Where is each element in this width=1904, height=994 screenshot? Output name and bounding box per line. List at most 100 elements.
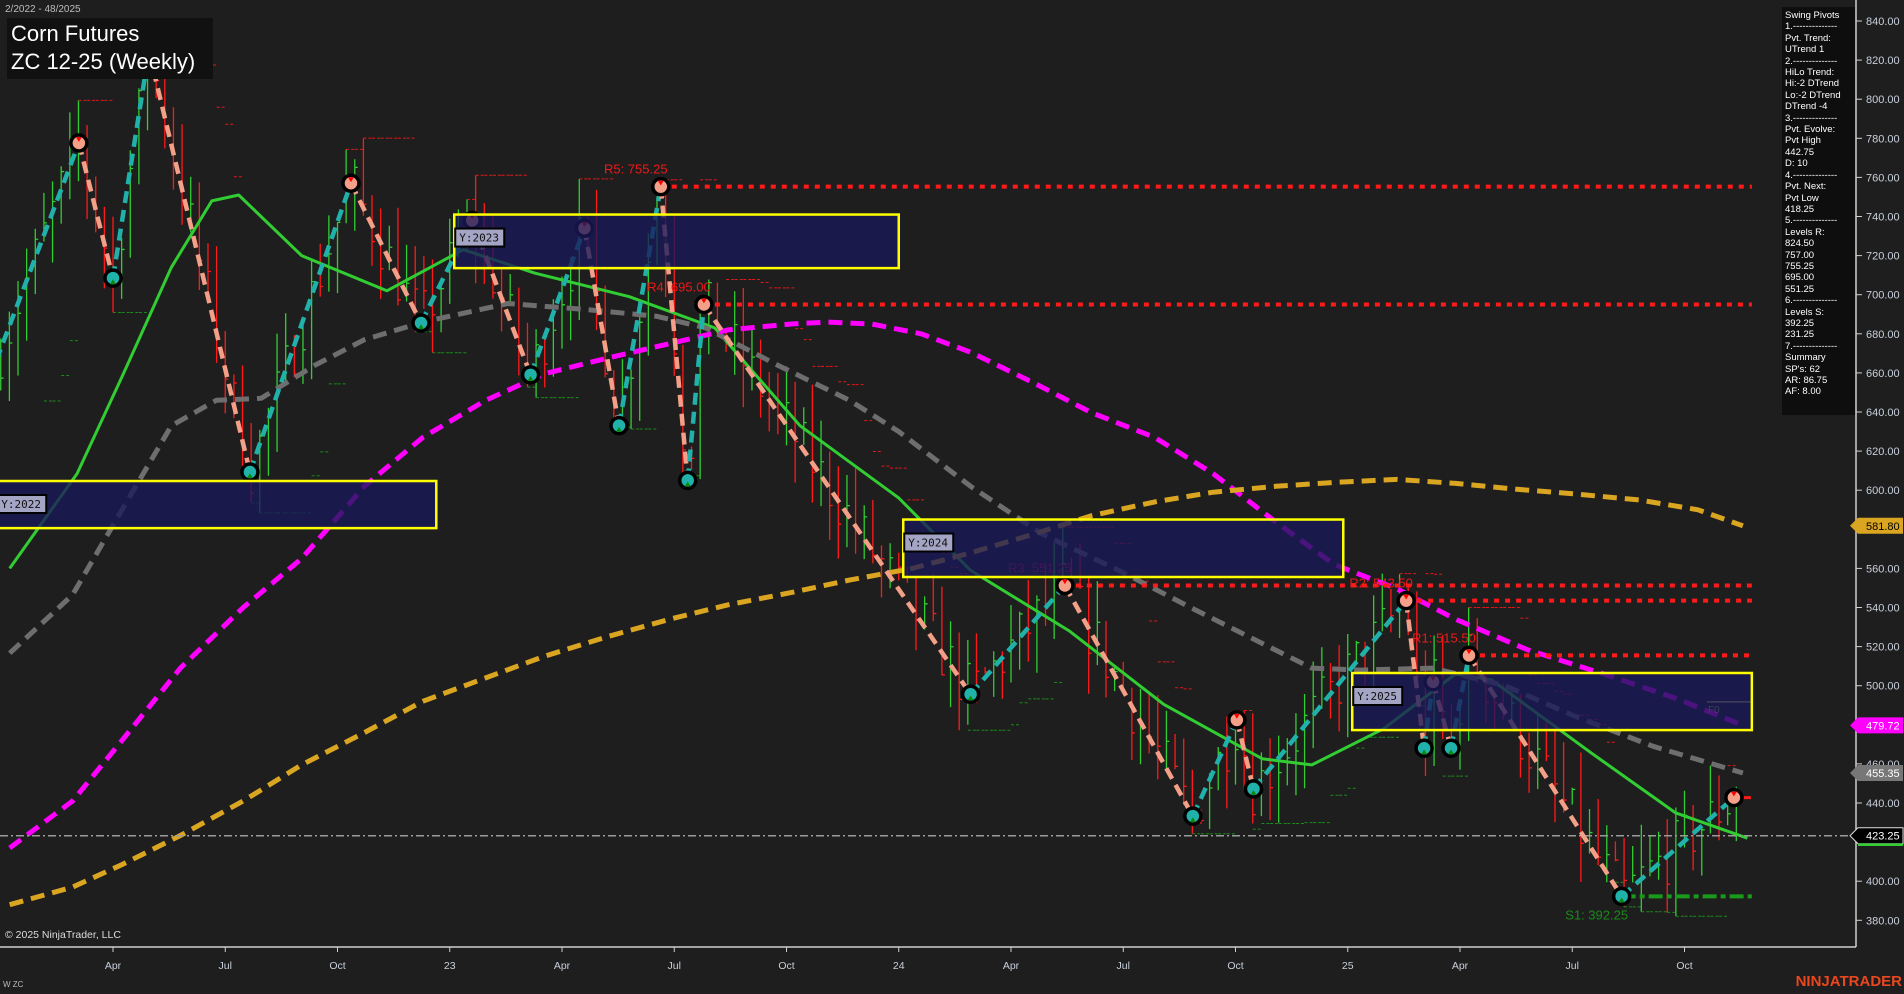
y-tick-label: 400.00 (1866, 876, 1900, 888)
price-tag: 455.35 (1850, 764, 1903, 781)
y-tick-label: 820.00 (1866, 55, 1900, 67)
pivot-high-marker (1227, 710, 1247, 730)
x-tick-label: Jul (668, 960, 681, 972)
info-line: 3.-------------- (1785, 112, 1838, 124)
x-tick-label: 23 (444, 960, 456, 972)
title-instrument-name: Corn Futures (11, 21, 140, 46)
price-bar (129, 150, 134, 258)
zigzag-up-segment (685, 304, 707, 481)
pivot-high-marker (69, 133, 89, 153)
x-tick-label: Oct (778, 960, 794, 972)
pivot-high-marker (1396, 590, 1416, 611)
price-bar (1269, 738, 1274, 821)
info-line: Pvt. Next: (1785, 181, 1827, 193)
price-bar (932, 573, 937, 622)
price-bar (811, 384, 816, 503)
price-bar (1312, 661, 1317, 749)
y-tick-label: 560.00 (1866, 563, 1900, 575)
zigzag-up-segment (110, 50, 152, 279)
price-bar (803, 407, 807, 445)
x-tick-label: Apr (1452, 960, 1469, 972)
x-tick-label: Oct (1676, 960, 1692, 972)
info-line: 5.-------------- (1785, 215, 1838, 227)
price-bar (60, 166, 65, 224)
pivot-high-marker (694, 294, 714, 315)
price-tag-label: 581.80 (1866, 521, 1900, 533)
price-bar (544, 331, 548, 388)
y-tick-label: 660.00 (1866, 368, 1900, 380)
pivot-high-marker (1459, 645, 1479, 666)
price-bar (1347, 634, 1351, 738)
r4-level-label: R4: 695.00 (647, 279, 711, 294)
price-bar (561, 276, 565, 349)
r2-level-label: R2: 543.50 (1349, 576, 1413, 591)
swing-pivots-panel: Swing Pivots 1.-------------- Pvt. Trend: U… (1782, 7, 1855, 415)
x-tick-label: Jul (219, 960, 232, 972)
moving-averages (7, 193, 1748, 908)
pivot-low-marker (240, 462, 260, 482)
info-line: 442.75 (1785, 146, 1815, 158)
price-bar (1640, 824, 1645, 912)
price-bar (1528, 732, 1533, 793)
year-label: Y:2022 (1, 498, 41, 511)
price-bar (1571, 787, 1576, 805)
price-bar (1614, 841, 1619, 862)
y-axis[interactable]: 840.00 820.00 800.00 780.00 760.00 740.00 720.… (1856, 16, 1900, 927)
y-tick-label: 380.00 (1866, 915, 1900, 927)
price-bar (1174, 734, 1179, 770)
price-bar (898, 552, 902, 581)
x-tick-label: Apr (1003, 960, 1020, 972)
pivot-low-marker (960, 684, 981, 705)
price-bar (1580, 752, 1584, 882)
info-line: Pvt. Evolve: (1785, 124, 1836, 136)
price-bar (1709, 765, 1714, 834)
price-bar (518, 287, 522, 376)
y-tick-label: 520.00 (1866, 642, 1900, 654)
x-tick-label: Jul (1117, 960, 1130, 972)
x-axis[interactable]: Apr Jul Oct 23 Apr Jul Oct 24 Apr Jul Oct 25 Apr Jul O… (105, 947, 1693, 972)
price-bar (1675, 807, 1679, 917)
price-bar (328, 215, 332, 292)
price-bar (837, 466, 842, 559)
pivot-low-marker (520, 365, 541, 385)
price-bar (1657, 831, 1662, 880)
price-bar (1088, 575, 1092, 694)
info-line: 824.50 (1785, 238, 1815, 250)
price-tag: 581.80 (1850, 517, 1903, 534)
info-line: Pvt. Trend: (1785, 32, 1831, 44)
price-bar (1632, 846, 1636, 883)
price-bar (26, 248, 30, 341)
price-bar (423, 256, 427, 309)
price-bar (431, 259, 436, 353)
zigzag-up-segment (0, 142, 81, 358)
price-bar (1027, 579, 1032, 662)
price-bar (1303, 693, 1308, 789)
price-bar (820, 420, 825, 507)
year-range-box (452, 213, 900, 270)
zigzag-up-segment (968, 584, 1067, 696)
pivot-high-marker (651, 176, 671, 197)
info-line: Summary (1785, 352, 1826, 364)
info-line: AF: 8.00 (1785, 386, 1821, 398)
zigzag-up-segment (247, 182, 354, 473)
price-bar (181, 124, 186, 225)
info-line: 418.25 (1785, 203, 1815, 215)
price-chart[interactable]: R5: 755.25R4: 695.00R3: 551.25R2: 543.50… (0, 0, 1904, 994)
copyright: © 2025 NinjaTrader, LLC (5, 929, 121, 941)
pivot-high-marker (1724, 787, 1744, 808)
info-line: 551.25 (1785, 283, 1815, 295)
y-tick-label: 600.00 (1866, 485, 1900, 497)
year-label: Y:2023 (459, 232, 499, 245)
price-bar (967, 640, 971, 725)
price-bar (639, 302, 643, 421)
price-bar (1554, 724, 1558, 823)
price-tag-label: 423.25 (1866, 831, 1900, 843)
date-range: 2/2022 - 48/2025 (5, 4, 81, 15)
price-tag-label: 479.72 (1866, 720, 1900, 732)
y-tick-label: 440.00 (1866, 798, 1900, 810)
pivot-low-marker (609, 415, 629, 436)
info-line: 757.00 (1785, 249, 1815, 261)
info-line: 392.25 (1785, 317, 1815, 329)
price-bar (941, 586, 945, 676)
price-tag-label: 455.35 (1866, 768, 1900, 780)
